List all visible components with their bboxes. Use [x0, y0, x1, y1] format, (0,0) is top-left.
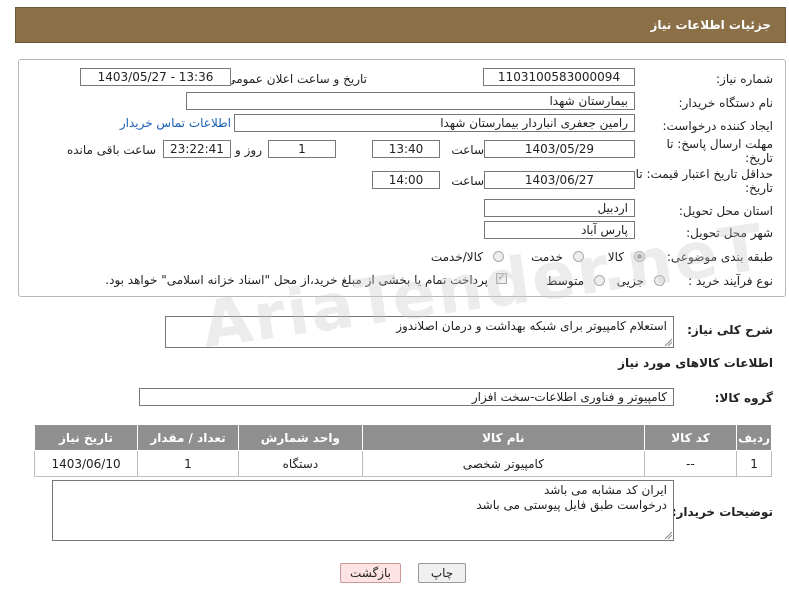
treasury-checkbox[interactable]: ✓: [496, 273, 507, 284]
col-unit-header: واحد شمارش: [237, 424, 363, 451]
price-validity-time-label: ساعت: [451, 174, 484, 188]
col-date-header: تاریخ نیاز: [33, 424, 139, 451]
buyer-notes-line2: درخواست طبق فایل پیوستی می باشد: [476, 498, 667, 512]
process-option-medium: متوسط: [546, 274, 584, 288]
province-field: اردبیل: [484, 199, 635, 217]
col-name-header: نام کالا: [361, 424, 645, 451]
category-radio-service[interactable]: [573, 251, 584, 262]
reply-deadline-label: مهلت ارسال پاسخ: تا: [666, 137, 773, 151]
buyer-notes-textarea[interactable]: ایران کد مشابه می باشد درخواست طبق فایل …: [52, 480, 674, 541]
category-label: طبقه بندی موضوعی:: [666, 250, 773, 264]
goods-section-title: اطلاعات کالاهای مورد نیاز: [618, 356, 773, 370]
need-number-label: شماره نیاز:: [716, 72, 773, 86]
process-radio-minor[interactable]: [654, 275, 665, 286]
process-radio-medium[interactable]: [594, 275, 605, 286]
goods-group-label: گروه کالا:: [714, 391, 773, 405]
announce-datetime-field: 1403/05/27 - 13:36: [80, 68, 231, 86]
page-title: جزئیات اطلاعات نیاز: [650, 18, 771, 32]
cell-code: --: [643, 450, 738, 477]
col-row-header: ردیف: [736, 424, 772, 451]
reply-days-field: 1: [268, 140, 336, 158]
summary-textarea[interactable]: استعلام کامپیوتر برای شبکه بهداشت و درما…: [165, 316, 674, 348]
creator-field: رامین جعفری انباردار بیمارستان شهدا: [234, 114, 635, 132]
cell-row: 1: [736, 450, 772, 477]
treasury-note: پرداخت تمام یا بخشی از مبلغ خرید،از محل …: [105, 273, 488, 287]
resize-handle-icon[interactable]: [664, 338, 672, 346]
price-validity-time-field: 14:00: [372, 171, 440, 189]
process-option-minor: جزیی: [616, 274, 644, 288]
category-radio-goods[interactable]: [634, 251, 645, 262]
city-label: شهر محل تحویل:: [686, 226, 773, 240]
process-type-label: نوع فرآیند خرید :: [688, 274, 773, 288]
reply-date-field: 1403/05/29: [484, 140, 635, 158]
buyer-notes-line1: ایران کد مشابه می باشد: [543, 483, 667, 497]
reply-time-label: ساعت: [451, 143, 484, 157]
reply-time-field: 13:40: [372, 140, 440, 158]
province-label: استان محل تحویل:: [678, 204, 773, 218]
category-radio-goods-service[interactable]: [493, 251, 504, 262]
cell-qty: 1: [137, 450, 239, 477]
buyer-org-label: نام دستگاه خریدار:: [678, 96, 774, 110]
creator-label: ایجاد کننده درخواست:: [662, 119, 773, 133]
col-code-header: کد کالا: [643, 424, 738, 451]
table-header-row: ردیف کد کالا نام کالا واحد شمارش تعداد /…: [33, 424, 772, 451]
back-button[interactable]: بازگشت: [340, 563, 401, 583]
cell-name: کامپیوتر شخصی: [361, 450, 645, 477]
reply-days-label: روز و: [235, 143, 262, 157]
category-option-goods-service: کالا/خدمت: [430, 250, 483, 264]
resize-handle-icon[interactable]: [664, 531, 672, 539]
col-qty-header: تعداد / مقدار: [137, 424, 239, 451]
remaining-time-field: 23:22:41: [163, 140, 231, 158]
announce-datetime-label: تاریخ و ساعت اعلان عمومی:: [222, 72, 367, 86]
city-field: پارس آباد: [484, 221, 635, 239]
buyer-notes-label: توضیحات خریدار:: [671, 505, 773, 519]
summary-text: استعلام کامپیوتر برای شبکه بهداشت و درما…: [396, 319, 667, 333]
category-option-goods: کالا: [607, 250, 624, 264]
price-validity-label-date: تاریخ:: [745, 181, 773, 195]
cell-date: 1403/06/10: [33, 450, 139, 477]
buyer-contact-link[interactable]: اطلاعات تماس خریدار: [120, 116, 231, 130]
reply-deadline-label-date: تاریخ:: [745, 151, 773, 165]
price-validity-date-field: 1403/06/27: [484, 171, 635, 189]
buyer-org-field: بیمارستان شهدا: [186, 92, 635, 110]
goods-table: ردیف کد کالا نام کالا واحد شمارش تعداد /…: [33, 424, 772, 477]
print-button[interactable]: چاپ: [418, 563, 466, 583]
page-header: جزئیات اطلاعات نیاز: [15, 7, 786, 43]
need-number-field: 1103100583000094: [483, 68, 635, 86]
cell-unit: دستگاه: [237, 450, 363, 477]
summary-label: شرح کلی نیاز:: [687, 323, 773, 337]
price-validity-label: حداقل تاریخ اعتبار قیمت: تا: [635, 167, 773, 181]
goods-group-field: کامپیوتر و فناوری اطلاعات-سخت افزار: [139, 388, 674, 406]
table-row[interactable]: 1 -- کامپیوتر شخصی دستگاه 1 1403/06/10: [33, 450, 772, 477]
remaining-time-label: ساعت باقی مانده: [66, 143, 156, 157]
category-option-service: خدمت: [531, 250, 563, 264]
